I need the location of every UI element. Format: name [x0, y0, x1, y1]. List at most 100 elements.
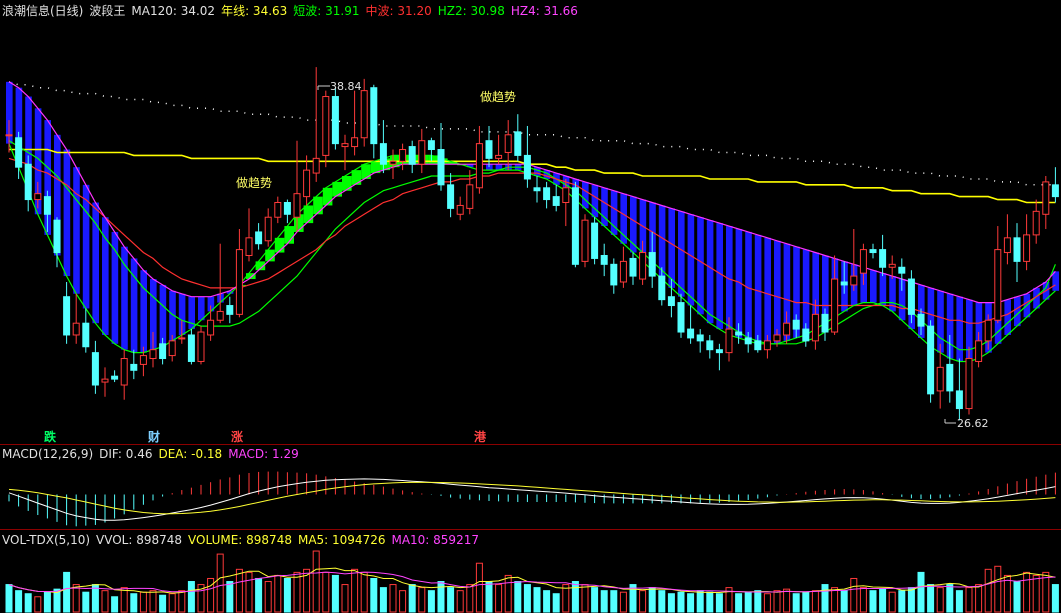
- candle-body: [955, 390, 963, 410]
- wave-band-bar: [342, 176, 352, 191]
- volume-bar: [955, 590, 963, 613]
- candle-body: [840, 281, 848, 286]
- candle-body: [207, 319, 215, 336]
- wave-band-bar: [130, 258, 138, 353]
- volume-bar: [72, 584, 80, 613]
- marker-cai: 财: [148, 430, 161, 444]
- wave-band-bar: [140, 270, 147, 353]
- candle-body: [427, 140, 435, 151]
- volume-bar: [792, 593, 800, 613]
- volume-bar: [821, 584, 829, 613]
- candle-body: [379, 143, 387, 165]
- candle-body: [399, 149, 407, 162]
- candle-body: [456, 204, 464, 215]
- ma5-line: [8, 567, 1056, 594]
- volume-bar: [735, 593, 743, 613]
- candle-body: [82, 322, 90, 348]
- volume-bar: [24, 593, 32, 613]
- candle-body: [283, 202, 291, 215]
- volume-bar: [34, 596, 42, 613]
- volume-bar: [168, 593, 176, 613]
- candle-body: [975, 340, 983, 362]
- candle-body: [562, 187, 570, 204]
- indicator-name[interactable]: 波段王: [89, 3, 125, 19]
- chart-canvas: [5, 67, 1059, 613]
- volume-bar: [111, 596, 119, 613]
- candle-body: [591, 222, 599, 259]
- candle-body: [946, 363, 954, 392]
- candle-body: [600, 254, 608, 265]
- dea-value: DEA: -0.18: [158, 447, 223, 461]
- volume-bar: [437, 581, 445, 613]
- volume-bar: [811, 590, 819, 613]
- candle-body: [725, 328, 733, 354]
- candle-body: [888, 263, 896, 268]
- candle-body: [15, 137, 23, 168]
- candle-body: [523, 154, 531, 180]
- candle-body: [120, 358, 128, 386]
- volume-bar: [255, 577, 263, 613]
- volume-bar: [869, 590, 877, 613]
- candle-body: [341, 143, 349, 148]
- trend-label-2: 做趋势: [480, 90, 517, 104]
- candle-body: [706, 340, 714, 351]
- volume-bar: [543, 590, 551, 613]
- candle-body: [1051, 184, 1059, 198]
- candle-body: [53, 219, 61, 254]
- volume-bar: [639, 590, 647, 613]
- main-header: 浪潮信息(日线) 波段王 MA120: 34.02 年线: 34.63 短波: …: [2, 3, 578, 19]
- volume-bar: [1013, 581, 1021, 613]
- candle-body: [72, 322, 80, 336]
- candle-body: [581, 219, 589, 262]
- wave-band-bar: [697, 217, 704, 315]
- volume-bar: [504, 574, 512, 613]
- dif-value: DIF: 0.46: [99, 447, 153, 461]
- volume-bar: [312, 550, 320, 613]
- hz2-value: HZ2: 30.98: [437, 4, 505, 18]
- candle-body: [322, 96, 330, 156]
- hz4-value: HZ4: 31.66: [510, 4, 578, 18]
- macd-name[interactable]: MACD(12,26,9): [2, 446, 93, 462]
- volume-bar: [5, 584, 13, 613]
- ma5-value: MA5: 1094726: [297, 533, 386, 547]
- volume-bar: [485, 581, 493, 613]
- macd-layer: [8, 471, 1056, 527]
- candle-body: [24, 163, 32, 201]
- candle-body: [34, 193, 42, 201]
- candle-body: [571, 187, 579, 265]
- volume-bar: [82, 591, 90, 613]
- wave-band-bar: [937, 290, 944, 353]
- candle-body: [5, 134, 13, 137]
- volume-bar: [696, 590, 704, 613]
- vol-name[interactable]: VOL-TDX(5,10): [2, 532, 90, 548]
- volume-bar: [447, 587, 455, 613]
- series-line-年线: [8, 81, 1056, 186]
- candle-body: [418, 140, 426, 165]
- marker-die: 跌: [44, 430, 57, 444]
- volume-bar: [466, 584, 474, 613]
- volume-bar: [850, 577, 858, 613]
- volume-bar: [917, 571, 925, 613]
- candle-body: [255, 231, 263, 245]
- volume-bar: [600, 590, 608, 613]
- volume-bar: [370, 577, 378, 613]
- volume-bar: [965, 587, 973, 613]
- duanbo-value: 短波: 31.91: [293, 4, 360, 18]
- high-marker-line: [317, 85, 330, 90]
- volume-bar: [408, 584, 416, 613]
- candle-body: [850, 275, 858, 286]
- candle-body: [360, 90, 368, 139]
- candle-body: [63, 296, 71, 336]
- candle-body: [773, 334, 781, 342]
- volume-bar: [149, 590, 157, 613]
- candle-body: [811, 313, 819, 342]
- candle-body: [187, 334, 195, 362]
- wave-band-bar: [668, 208, 675, 288]
- macd-value: MACD: 1.29: [228, 447, 299, 461]
- candle-body: [447, 184, 455, 209]
- volume-bar: [235, 568, 243, 613]
- candle-body: [744, 337, 752, 345]
- candle-body: [639, 252, 647, 280]
- candle-body: [139, 355, 147, 365]
- candle-body: [101, 378, 109, 383]
